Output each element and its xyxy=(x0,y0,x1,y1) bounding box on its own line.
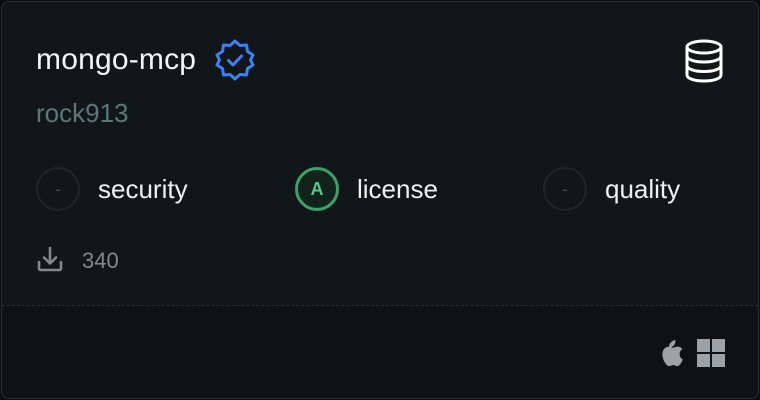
apple-icon xyxy=(656,338,686,368)
title-row: mongo-mcp xyxy=(36,38,258,82)
verified-badge-icon xyxy=(212,37,258,83)
license-score[interactable]: A license xyxy=(295,164,438,214)
card-footer xyxy=(2,306,758,398)
score-badges: - security A license - quality xyxy=(36,164,736,216)
platform-list xyxy=(646,338,726,368)
license-label: license xyxy=(357,173,438,204)
database-icon xyxy=(682,38,726,84)
quality-score[interactable]: - quality xyxy=(543,164,680,214)
server-card[interactable]: mongo-mcp rock913 - security A license -… xyxy=(1,1,759,399)
download-icon xyxy=(36,245,64,278)
download-count: 340 xyxy=(82,248,119,273)
author-name[interactable]: rock913 xyxy=(36,98,129,129)
windows-icon xyxy=(696,338,726,368)
quality-label: quality xyxy=(605,173,681,204)
quality-grade: - xyxy=(543,167,587,211)
downloads: 340 xyxy=(36,244,119,278)
license-grade: A xyxy=(295,167,339,211)
security-grade: - xyxy=(36,167,80,211)
server-name[interactable]: mongo-mcp xyxy=(36,43,196,77)
security-score[interactable]: - security xyxy=(36,164,188,214)
security-label: security xyxy=(98,173,188,204)
